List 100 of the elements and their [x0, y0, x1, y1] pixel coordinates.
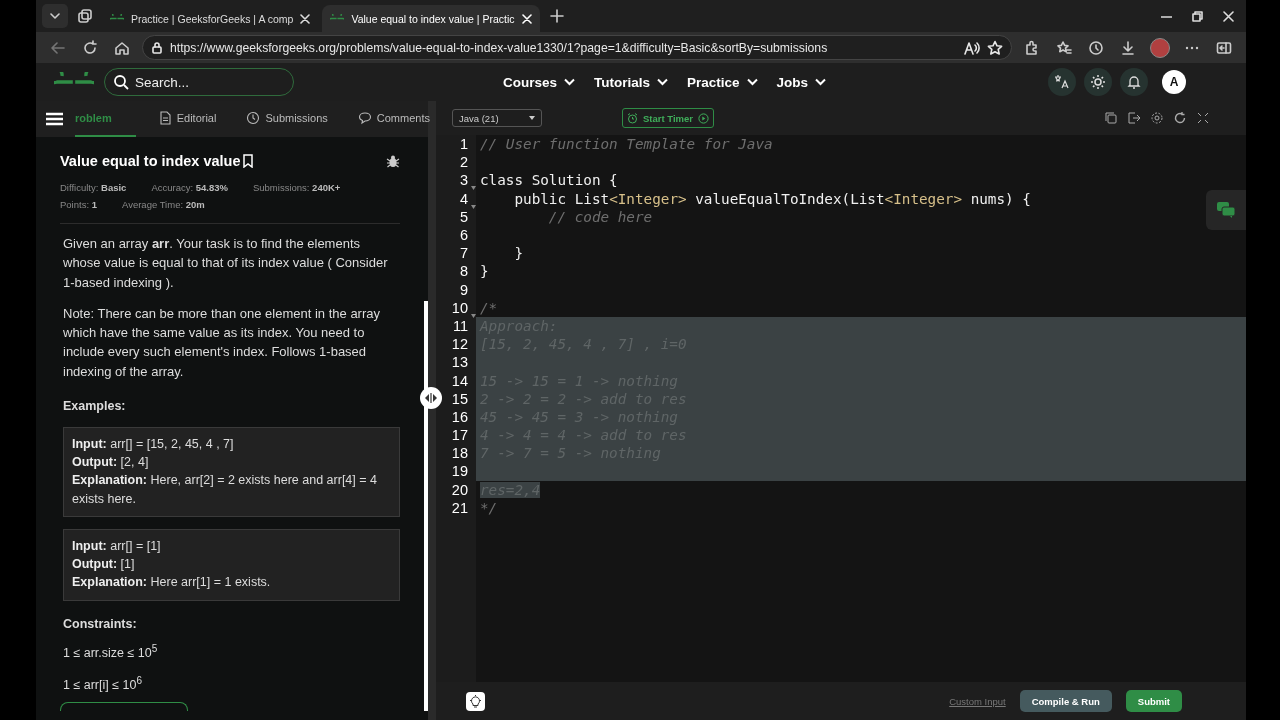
line-number: 3 [436, 171, 476, 190]
back-icon[interactable] [50, 39, 66, 56]
splitter-bar[interactable] [428, 101, 436, 720]
description-text: Note: There can be more than one element in the array which have the same value as its index. You need to include every such element's index. Follows 1-based indexing of the array. [63, 304, 381, 381]
resize-arrows-icon [424, 392, 438, 404]
search-icon [113, 74, 129, 90]
settings-icon[interactable] [1150, 111, 1164, 125]
line-number: 12 [450, 335, 469, 354]
section-heading: Examples: [63, 399, 127, 414]
compile-run-button[interactable]: Compile & Run [1019, 690, 1112, 712]
restore-icon[interactable] [1192, 10, 1203, 22]
example-line: Output: [1] [72, 556, 136, 574]
panel-tab[interactable]: Editorial [149, 101, 225, 137]
history-icon[interactable] [1088, 39, 1104, 56]
line-number: 16 [450, 407, 469, 426]
line-number: 17 [450, 426, 469, 445]
line-number: 4 [436, 189, 476, 208]
browser-tab[interactable]: Practice | GeeksforGeeks | A comp [102, 5, 319, 32]
bookmark-icon[interactable] [241, 154, 254, 168]
translate-icon [1054, 74, 1070, 90]
sun-icon [1090, 74, 1106, 90]
description-text: Given an array arr. Your task is to find the elements whose value is equal to that of its index value ( Consider 1-based indexing ). [63, 235, 389, 292]
line-number: 20 [450, 480, 469, 499]
chat-bubbles-icon [1217, 202, 1235, 218]
alarm-clock-icon [627, 112, 638, 124]
fold-caret-icon[interactable] [471, 186, 476, 191]
download-icon[interactable] [1120, 39, 1136, 56]
line-number: 9 [458, 280, 469, 299]
nav-menu[interactable]: Practice [687, 74, 758, 90]
code-line: } [479, 262, 489, 281]
custom-input-link[interactable]: Custom Input [949, 695, 1006, 707]
chevron-down-icon [657, 78, 669, 86]
address-bar[interactable]: https://www.geeksforgeeks.org/problems/value-equal-to-index-value1330/1?page=1&difficulty=Basic&sortBy=submissions [142, 35, 1012, 60]
submit-button[interactable]: Submit [1125, 690, 1182, 712]
translate-button[interactable] [1048, 68, 1076, 96]
constraint-text: 1 ≤ arr[i] ≤ 10$^{6}$ [63, 673, 144, 694]
example-line: Input: arr[] = [1] [72, 537, 162, 555]
line-number: 13 [450, 353, 469, 372]
bell-button[interactable] [1120, 68, 1148, 96]
nav-menu[interactable]: Tutorials [594, 74, 669, 90]
chevron-down-icon [746, 78, 758, 86]
clock-icon [246, 111, 261, 125]
section-heading: Constraints: [63, 616, 138, 631]
sidebar-icon[interactable] [1216, 39, 1232, 56]
line-number: 10 [436, 298, 476, 317]
reload-icon[interactable] [82, 39, 98, 56]
code-line: */ [479, 498, 498, 517]
code-line: // User function Template for Java [479, 135, 773, 154]
profile-avatar[interactable] [1150, 37, 1170, 58]
line-number: 19 [450, 462, 469, 481]
line-number: 11 [451, 316, 469, 336]
close-icon[interactable] [300, 13, 311, 24]
code-line: public List<Integer> valueEqualToIndex(List<Integer> nums) { [513, 189, 1031, 208]
home-icon[interactable] [114, 39, 130, 56]
cut-off-button[interactable] [60, 701, 188, 711]
line-number: 6 [458, 226, 469, 245]
panel-tab[interactable]: Comments [349, 101, 438, 137]
problem-stat: Points: 1 [60, 199, 97, 211]
chevron-down-icon [564, 78, 576, 86]
tab-actions-button[interactable] [42, 4, 68, 28]
chat-button[interactable] [1206, 190, 1246, 230]
start-timer-button[interactable]: Start Timer [622, 108, 714, 128]
panel-tab[interactable]: Submissions [238, 101, 336, 137]
fullscreen-icon[interactable] [1196, 111, 1210, 125]
problem-title: Value equal to index value [60, 153, 241, 169]
favorites-icon[interactable] [1056, 39, 1072, 56]
nav-menu[interactable]: Jobs [776, 74, 827, 90]
plus-icon [549, 9, 564, 23]
language-dropdown[interactable]: Java (21) [452, 109, 542, 127]
puzzle-icon[interactable] [1024, 39, 1040, 56]
bug-icon[interactable] [386, 154, 400, 168]
hint-button[interactable] [466, 691, 485, 711]
line-number: 21 [450, 498, 469, 517]
example-line: Input: arr[] = [15, 2, 45, 4 , 7] [72, 436, 235, 454]
example-line: Explanation: Here, arr[2] = 2 exists here and arr[4] = 4 exists here. [72, 472, 378, 508]
example-line: Output: [2, 4] [72, 454, 150, 472]
panel-tab[interactable]: roblem [75, 101, 136, 137]
fold-caret-icon[interactable] [471, 204, 476, 209]
scrollbar-thumb[interactable] [424, 301, 428, 711]
copy-icon[interactable] [1104, 111, 1118, 125]
read-aloud-icon[interactable] [964, 40, 980, 55]
chevron-down-icon [50, 11, 60, 21]
line-number: 8 [458, 262, 469, 281]
problem-stat: Accuracy: 54.83% [151, 182, 228, 194]
play-circle-icon [698, 112, 709, 124]
reset-icon[interactable] [1173, 111, 1187, 125]
browser-tab[interactable]: Value equal to index value | Practic [322, 5, 540, 32]
user-avatar[interactable]: A [1162, 70, 1186, 94]
line-number: 1 [458, 135, 469, 154]
document-icon [157, 111, 172, 125]
exit-icon[interactable] [1127, 111, 1141, 125]
search-field[interactable]: Search... [104, 68, 294, 96]
fold-caret-icon[interactable] [471, 313, 476, 318]
nav-menu[interactable]: Courses [503, 74, 576, 90]
sun-button[interactable] [1084, 68, 1112, 96]
stacked-squares-icon [77, 8, 93, 24]
menu-icon[interactable] [46, 112, 63, 126]
star-icon[interactable] [987, 39, 1003, 56]
close-icon[interactable] [1223, 10, 1234, 22]
lock-icon [151, 41, 163, 54]
